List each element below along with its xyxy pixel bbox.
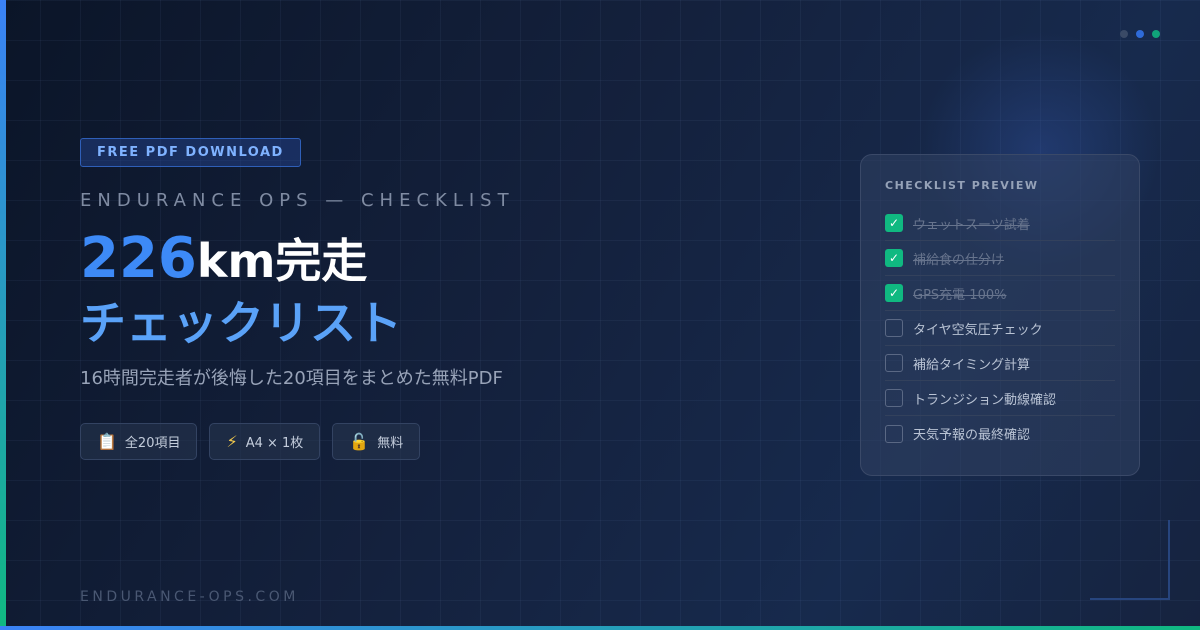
- pill-items-count: 📋 全20項目: [80, 423, 198, 460]
- checkbox-empty-icon: [885, 319, 903, 337]
- checkbox-empty-icon: [885, 389, 903, 407]
- checkbox-checked-icon: ✓: [885, 284, 903, 302]
- card-title: CHECKLIST PREVIEW: [885, 179, 1039, 192]
- headline-line2: チェックリスト: [80, 296, 402, 350]
- checklist-item: ✓ ウェットスーツ試着: [885, 206, 1115, 241]
- checklist-item-label: GPS充電 100%: [913, 287, 1007, 303]
- pill-label: 全20項目: [124, 436, 181, 451]
- checklist-item-label: 天気予報の最終確認: [913, 428, 1031, 443]
- checklist-preview-card: CHECKLIST PREVIEW ✓ ウェットスーツ試着 ✓ 補給食の仕分け ✓ GPS…: [860, 154, 1140, 476]
- checklist-item-label: トランジション動線確認: [913, 392, 1057, 408]
- free-pdf-badge: FREE PDF DOWNLOAD: [80, 138, 301, 167]
- description: 16時間完走者が後悔した20項目をまとめた無料PDF: [80, 368, 503, 389]
- checkbox-checked-icon: ✓: [885, 249, 903, 267]
- decor-dot-blue: [1136, 30, 1144, 38]
- checklist: ✓ ウェットスーツ試着 ✓ 補給食の仕分け ✓ GPS充電 100% タイヤ空気圧チェック補…: [885, 206, 1115, 451]
- checklist-item: 天気予報の最終確認: [885, 416, 1115, 451]
- kicker-text: ENDURANCE OPS — CHECKLIST: [80, 190, 515, 211]
- checklist-item: ✓ GPS充電 100%: [885, 276, 1115, 311]
- checklist-item-label: ウェットスーツ試着: [913, 217, 1030, 233]
- headline-rest: km完走: [196, 234, 368, 288]
- checklist-item-label: タイヤ空気圧チェック: [913, 322, 1043, 338]
- pill-label: 無料: [377, 436, 404, 451]
- bottom-accent-bar: [0, 626, 1200, 630]
- clipboard-icon: 📋: [97, 431, 117, 451]
- corner-bracket-decoration: [1090, 520, 1170, 600]
- checklist-item: 補給タイミング計算: [885, 346, 1115, 381]
- decor-dot-gray: [1120, 30, 1128, 38]
- checklist-item: ✓ 補給食の仕分け: [885, 241, 1115, 276]
- pill-label: A4 × 1枚: [245, 436, 304, 451]
- checkbox-empty-icon: [885, 354, 903, 372]
- checklist-item: タイヤ空気圧チェック: [885, 311, 1115, 346]
- headline-number: 226: [80, 226, 197, 291]
- decor-dots: [1120, 30, 1160, 38]
- checklist-item: トランジション動線確認: [885, 381, 1115, 416]
- feature-pills: 📋 全20項目 ⚡ A4 × 1枚 🔓 無料: [80, 423, 421, 460]
- lightning-icon: ⚡: [226, 431, 238, 451]
- unlock-icon: 🔓: [349, 431, 370, 451]
- pill-format: ⚡ A4 × 1枚: [209, 423, 321, 460]
- footer-domain: ENDURANCE-OPS.COM: [80, 589, 299, 605]
- left-accent-bar: [0, 0, 6, 630]
- checkbox-checked-icon: ✓: [885, 214, 903, 232]
- checklist-item-label: 補給タイミング計算: [913, 357, 1031, 373]
- pill-free: 🔓 無料: [332, 423, 421, 460]
- checklist-item-label: 補給食の仕分け: [913, 252, 1005, 268]
- decor-dot-green: [1152, 30, 1160, 38]
- checkbox-empty-icon: [885, 424, 903, 443]
